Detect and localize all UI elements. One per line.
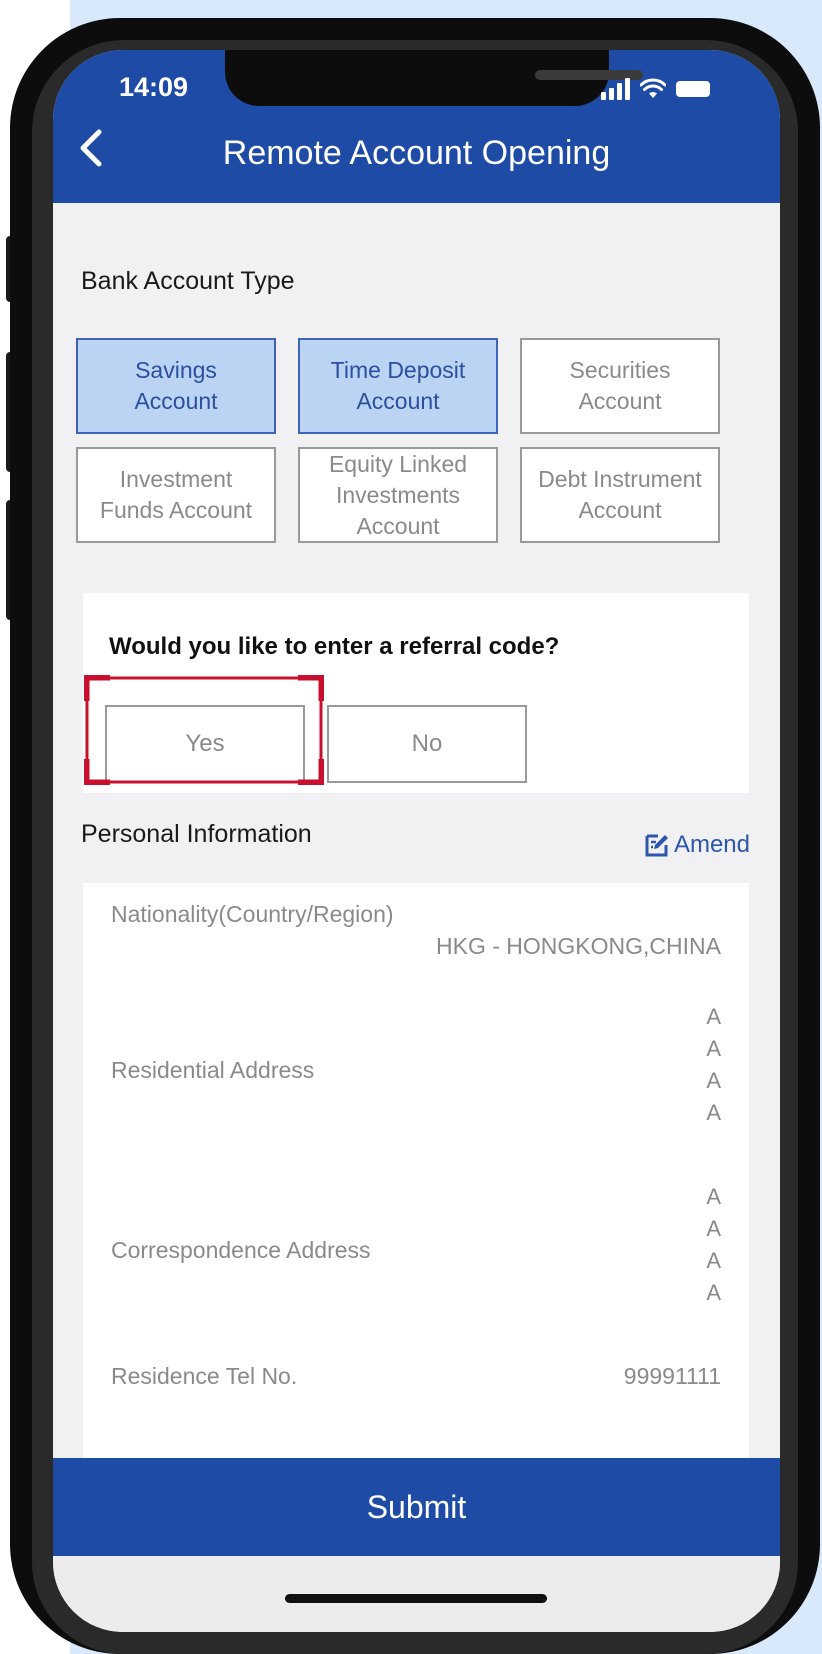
correspondence-address-label: Correspondence Address bbox=[111, 1237, 371, 1263]
account-type-option[interactable]: Equity Linked Investments Account bbox=[298, 447, 498, 543]
battery-icon bbox=[676, 81, 710, 97]
residential-line: A bbox=[706, 1004, 721, 1029]
nationality-label: Nationality(Country/Region) bbox=[111, 901, 394, 927]
signal-icon bbox=[601, 78, 630, 100]
amend-link[interactable]: Amend bbox=[644, 831, 750, 859]
account-type-option[interactable]: Time Deposit Account bbox=[298, 338, 498, 434]
correspondence-line: A bbox=[706, 1184, 721, 1209]
app-header: 14:09 Remote Account Opening bbox=[53, 50, 780, 203]
personal-info-label: Personal Information bbox=[81, 820, 312, 848]
submit-button[interactable]: Submit bbox=[53, 1458, 780, 1556]
account-type-option[interactable]: Debt Instrument Account bbox=[520, 447, 720, 543]
phone-screen: 14:09 Remote Account Opening Bank Accoun… bbox=[53, 50, 780, 1632]
no-button[interactable]: No bbox=[327, 705, 527, 783]
account-type-label: Debt Instrument Account bbox=[538, 466, 702, 523]
account-type-label: Investment Funds Account bbox=[99, 466, 253, 523]
account-type-label: Savings Account bbox=[134, 357, 218, 414]
account-type-label: Equity Linked Investments Account bbox=[328, 450, 468, 539]
correspondence-line: A bbox=[706, 1280, 721, 1305]
notch bbox=[225, 50, 643, 106]
page-title: Remote Account Opening bbox=[222, 134, 611, 172]
wifi-icon bbox=[640, 78, 666, 98]
submit-label: Submit bbox=[366, 1488, 467, 1525]
edit-icon bbox=[645, 834, 668, 857]
status-icons bbox=[601, 70, 710, 100]
status-time: 14:09 bbox=[119, 72, 189, 102]
residence-tel-value: 99991111 bbox=[623, 1363, 721, 1389]
correspondence-line: A bbox=[706, 1216, 721, 1241]
bank-account-type-label: Bank Account Type bbox=[81, 267, 295, 295]
account-type-label: Securities Account bbox=[569, 357, 671, 414]
account-type-option[interactable]: Securities Account bbox=[520, 338, 720, 434]
nationality-value: HKG - HONGKONG,CHINA bbox=[436, 933, 721, 959]
residential-address-label: Residential Address bbox=[111, 1057, 315, 1083]
correspondence-address-value: A A A A bbox=[706, 1181, 721, 1309]
referral-question: Would you like to enter a referral code? bbox=[109, 633, 560, 660]
account-type-option[interactable]: Savings Account bbox=[76, 338, 276, 434]
account-type-option[interactable]: Investment Funds Account bbox=[76, 447, 276, 543]
personal-info-card: Nationality(Country/Region) HKG - HONGKO… bbox=[83, 883, 749, 1523]
residential-line: A bbox=[706, 1100, 721, 1125]
bottom-safe-area bbox=[53, 1556, 780, 1632]
amend-label: Amend bbox=[673, 831, 750, 858]
residence-tel-label: Residence Tel No. bbox=[111, 1363, 298, 1389]
no-label: No bbox=[411, 730, 443, 757]
home-indicator[interactable] bbox=[285, 1594, 547, 1603]
residential-address-value: A A A A bbox=[706, 1001, 721, 1129]
residential-line: A bbox=[706, 1036, 721, 1061]
account-type-label: Time Deposit Account bbox=[330, 357, 466, 414]
residential-line: A bbox=[706, 1068, 721, 1093]
content-area: Bank Account Type Savings Account Time De… bbox=[53, 203, 780, 1523]
highlight-frame bbox=[84, 675, 324, 785]
correspondence-line: A bbox=[706, 1248, 721, 1273]
